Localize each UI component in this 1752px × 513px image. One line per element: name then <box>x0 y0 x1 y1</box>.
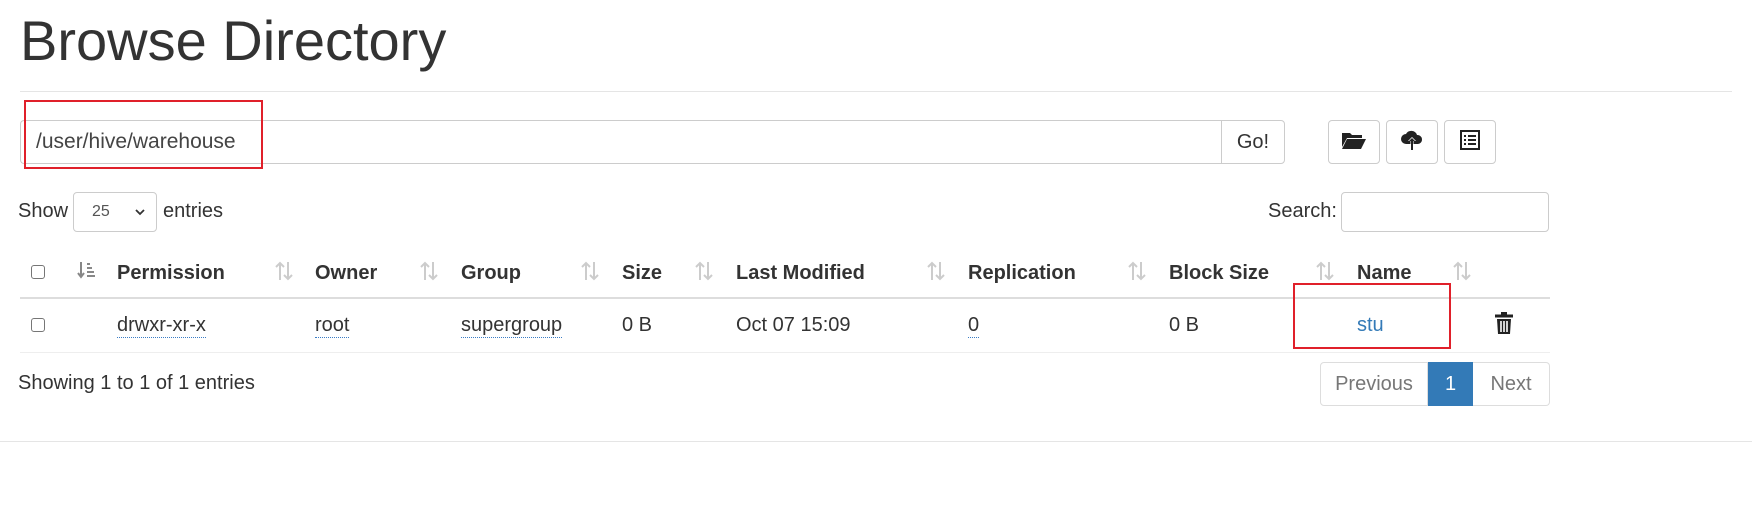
cut-paste-button[interactable] <box>1444 120 1496 164</box>
column-header-block-size[interactable]: Block Size <box>1169 262 1269 285</box>
cell-size: 0 B <box>622 314 653 336</box>
sort-icon[interactable] <box>926 260 946 287</box>
table-header-divider <box>20 297 1550 299</box>
trash-icon[interactable] <box>1495 312 1513 339</box>
path-input[interactable] <box>20 120 1221 164</box>
create-directory-button[interactable] <box>1328 120 1380 164</box>
select-all-checkbox[interactable] <box>31 265 45 279</box>
cell-name-link[interactable]: stu <box>1357 314 1384 337</box>
sort-icon[interactable] <box>274 260 294 287</box>
column-header-name[interactable]: Name <box>1357 262 1411 285</box>
row-select-checkbox[interactable] <box>31 318 45 332</box>
column-header-size[interactable]: Size <box>622 262 662 285</box>
cell-last-modified: Oct 07 15:09 <box>736 314 851 336</box>
sort-icon[interactable] <box>1127 260 1147 287</box>
folder-open-icon <box>1341 130 1367 155</box>
sort-icon[interactable] <box>1452 260 1472 287</box>
pagination-next-button[interactable]: Next <box>1473 362 1550 406</box>
page-title: Browse Directory <box>20 9 447 72</box>
cell-group[interactable]: supergroup <box>461 314 563 338</box>
go-button[interactable]: Go! <box>1221 120 1285 164</box>
pagination-page-1[interactable]: 1 <box>1428 362 1473 406</box>
cell-replication[interactable]: 0 <box>968 314 980 338</box>
entries-select-value: 25 <box>92 203 110 220</box>
cell-permission[interactable]: drwxr-xr-x <box>117 314 206 338</box>
column-header-owner[interactable]: Owner <box>315 262 377 285</box>
upload-button[interactable] <box>1386 120 1438 164</box>
sort-ascending-icon[interactable] <box>76 260 96 287</box>
table-info: Showing 1 to 1 of 1 entries <box>18 372 255 394</box>
title-divider <box>20 91 1732 92</box>
list-icon <box>1460 129 1480 155</box>
search-label: Search: <box>1268 200 1337 222</box>
column-header-group[interactable]: Group <box>461 262 521 285</box>
footer-divider <box>0 441 1752 442</box>
path-bar: Go! <box>20 120 1285 164</box>
entries-per-page-select[interactable]: 25 <box>73 192 157 232</box>
entries-label: entries <box>163 200 224 222</box>
cell-block-size: 0 B <box>1169 314 1200 336</box>
chevron-down-icon <box>134 205 146 223</box>
sort-icon[interactable] <box>419 260 439 287</box>
column-header-last-modified[interactable]: Last Modified <box>736 262 865 285</box>
sort-icon[interactable] <box>694 260 714 287</box>
pagination-previous-button[interactable]: Previous <box>1320 362 1428 406</box>
cloud-upload-icon <box>1400 129 1424 156</box>
search-input[interactable] <box>1341 192 1549 232</box>
sort-icon[interactable] <box>580 260 600 287</box>
sort-icon[interactable] <box>1315 260 1335 287</box>
table-row-divider <box>20 352 1550 353</box>
pagination: Previous 1 Next <box>1320 362 1550 406</box>
column-header-permission[interactable]: Permission <box>117 262 225 285</box>
cell-owner[interactable]: root <box>315 314 350 338</box>
show-label: Show <box>18 200 69 222</box>
column-header-replication[interactable]: Replication <box>968 262 1076 285</box>
browse-directory-page: Browse Directory Go! <box>0 0 1752 513</box>
